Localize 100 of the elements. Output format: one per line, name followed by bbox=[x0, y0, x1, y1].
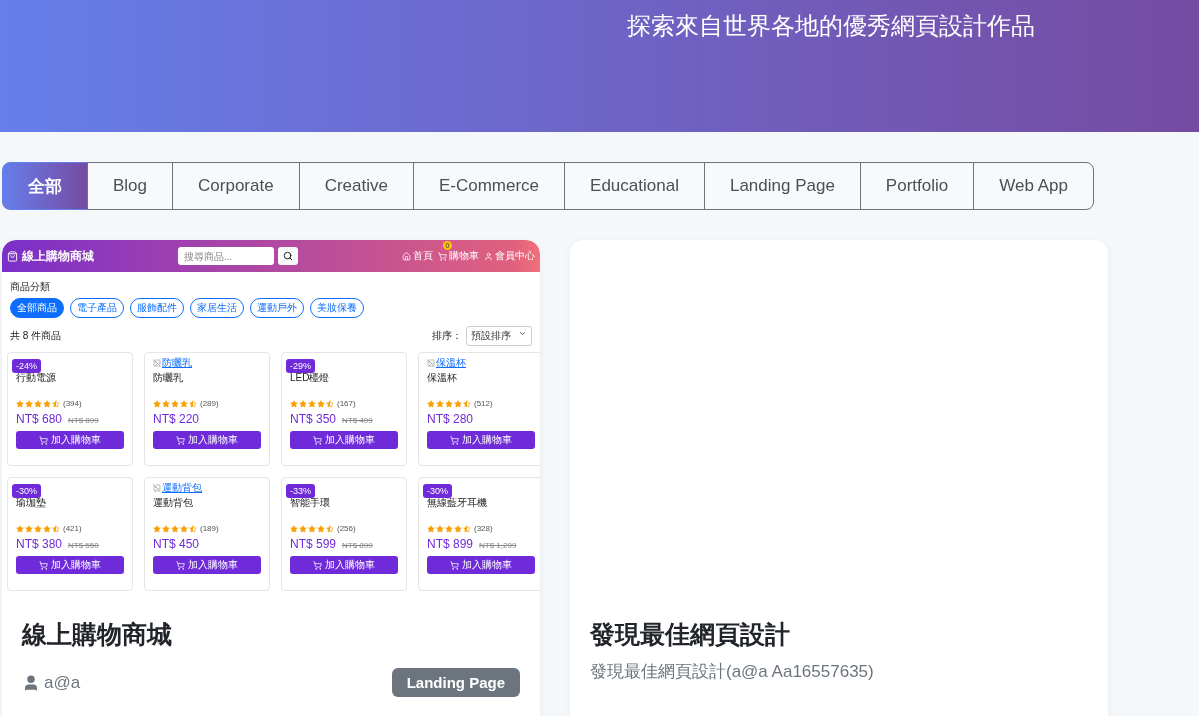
cart-icon bbox=[313, 560, 322, 570]
product-name: 智能手環 bbox=[290, 496, 331, 510]
broken-image-icon bbox=[153, 484, 161, 492]
filter-tab[interactable]: 全部 bbox=[2, 162, 88, 210]
category-pill[interactable]: 家居生活 bbox=[190, 298, 244, 318]
filter-tab[interactable]: Educational bbox=[564, 162, 705, 210]
half-star-icon bbox=[52, 524, 60, 533]
product-name: 保溫杯 bbox=[427, 371, 458, 385]
category-pill[interactable]: 美妝保養 bbox=[310, 298, 364, 318]
cart-icon bbox=[438, 251, 447, 261]
category-heading: 商品分類 bbox=[10, 280, 51, 294]
product-name: LED檯燈 bbox=[290, 371, 331, 385]
product-name: 瑜珈墊 bbox=[16, 496, 47, 510]
product-name: 運動背包 bbox=[153, 496, 194, 510]
home-icon bbox=[402, 251, 411, 261]
add-to-cart-button[interactable]: 加入購物車 bbox=[16, 431, 124, 449]
product-name: 行動電源 bbox=[16, 371, 57, 385]
review-count: (167) bbox=[337, 399, 356, 408]
cart-icon bbox=[313, 435, 322, 445]
review-count: (394) bbox=[63, 399, 82, 408]
category-pill[interactable]: 電子產品 bbox=[70, 298, 124, 318]
discount-badge: -33% bbox=[286, 484, 315, 498]
product-price: NT$ 350 bbox=[290, 412, 337, 426]
user-icon bbox=[484, 251, 493, 261]
old-price: NT$ 499 bbox=[342, 416, 373, 425]
product-count: 共 8 件商品 bbox=[10, 329, 62, 343]
review-count: (512) bbox=[474, 399, 493, 408]
search-icon bbox=[283, 251, 293, 261]
half-star-icon bbox=[463, 524, 471, 533]
category-tag: Landing Page bbox=[391, 668, 520, 697]
filter-tab[interactable]: Portfolio bbox=[859, 162, 975, 210]
cart-icon bbox=[176, 435, 185, 445]
card-description: 發現最佳網頁設計(a@a Aa16557635) bbox=[590, 661, 875, 683]
cart-icon bbox=[450, 435, 459, 445]
broken-image-icon bbox=[427, 359, 435, 367]
add-to-cart-button[interactable]: 加入購物車 bbox=[290, 556, 398, 574]
hero-subtitle: 探索來自世界各地的優秀網頁設計作品 bbox=[627, 11, 1035, 41]
filter-tab[interactable]: Blog bbox=[87, 162, 174, 210]
cart-icon bbox=[450, 560, 459, 570]
half-star-icon bbox=[463, 399, 471, 408]
filter-tab[interactable]: Corporate bbox=[172, 162, 300, 210]
bag-icon bbox=[7, 250, 18, 262]
old-price: NT$ 1,299 bbox=[479, 541, 517, 550]
product-name: 無線藍牙耳機 bbox=[427, 496, 488, 510]
add-to-cart-button[interactable]: 加入購物車 bbox=[290, 431, 398, 449]
review-count: (421) bbox=[63, 524, 82, 533]
nav-link[interactable]: 首頁 bbox=[402, 249, 433, 263]
image-alt-link[interactable]: 防曬乳 bbox=[162, 356, 192, 370]
category-pill[interactable]: 運動戶外 bbox=[250, 298, 304, 318]
add-to-cart-button[interactable]: 加入購物車 bbox=[427, 431, 535, 449]
discount-badge: -24% bbox=[12, 359, 41, 373]
image-alt-link[interactable]: 保溫杯 bbox=[436, 356, 466, 370]
search-button[interactable] bbox=[278, 247, 298, 265]
product-name: 防曬乳 bbox=[153, 371, 184, 385]
product-price: NT$ 899 bbox=[427, 537, 474, 551]
broken-image-icon bbox=[153, 359, 161, 367]
card-title: 發現最佳網頁設計 bbox=[590, 619, 791, 650]
cart-icon bbox=[39, 435, 48, 445]
discount-badge: -30% bbox=[423, 484, 452, 498]
old-price: NT$ 899 bbox=[68, 416, 99, 425]
user-icon bbox=[22, 673, 40, 692]
product-price: NT$ 380 bbox=[16, 537, 63, 551]
half-star-icon bbox=[189, 399, 197, 408]
discount-badge: -30% bbox=[12, 484, 41, 498]
filter-tab[interactable]: E-Commerce bbox=[412, 162, 566, 210]
add-to-cart-button[interactable]: 加入購物車 bbox=[153, 556, 261, 574]
product-price: NT$ 280 bbox=[427, 412, 474, 426]
review-count: (256) bbox=[337, 524, 356, 533]
nav-link[interactable]: 購物車 bbox=[438, 249, 479, 263]
old-price: NT$ 550 bbox=[68, 541, 99, 550]
half-star-icon bbox=[189, 524, 197, 533]
category-pill[interactable]: 服飾配件 bbox=[130, 298, 184, 318]
author-name: a@a bbox=[44, 672, 81, 693]
half-star-icon bbox=[326, 524, 334, 533]
cart-icon bbox=[176, 560, 185, 570]
card-title: 線上購物商城 bbox=[22, 619, 173, 650]
sort-label: 排序： bbox=[432, 329, 462, 343]
discount-badge: -29% bbox=[286, 359, 315, 373]
add-to-cart-button[interactable]: 加入購物車 bbox=[16, 556, 124, 574]
search-field[interactable]: 搜尋商品... bbox=[178, 247, 274, 265]
product-price: NT$ 450 bbox=[153, 537, 200, 551]
product-price: NT$ 220 bbox=[153, 412, 200, 426]
sort-select[interactable]: 預設排序 bbox=[466, 326, 532, 346]
add-to-cart-button[interactable]: 加入購物車 bbox=[153, 431, 261, 449]
store-brand: 線上購物商城 bbox=[22, 247, 95, 265]
review-count: (328) bbox=[474, 524, 493, 533]
old-price: NT$ 899 bbox=[342, 541, 373, 550]
add-to-cart-button[interactable]: 加入購物車 bbox=[427, 556, 535, 574]
category-pill[interactable]: 全部商品 bbox=[10, 298, 64, 318]
half-star-icon bbox=[326, 399, 334, 408]
review-count: (189) bbox=[200, 524, 219, 533]
filter-tab[interactable]: Landing Page bbox=[703, 162, 861, 210]
product-price: NT$ 680 bbox=[16, 412, 63, 426]
review-count: (289) bbox=[200, 399, 219, 408]
half-star-icon bbox=[52, 399, 60, 408]
image-alt-link[interactable]: 運動背包 bbox=[162, 481, 202, 495]
filter-tab[interactable]: Creative bbox=[298, 162, 414, 210]
chevron-down-icon bbox=[518, 329, 527, 338]
filter-tab[interactable]: Web App bbox=[973, 162, 1094, 210]
cart-icon bbox=[39, 560, 48, 570]
